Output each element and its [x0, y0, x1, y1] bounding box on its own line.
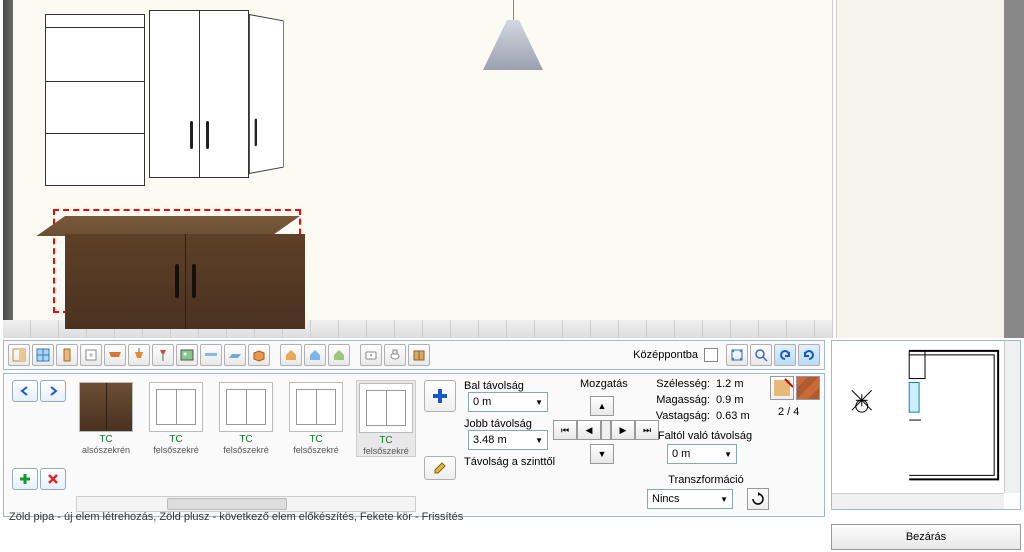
toolbar: Középpontba: [3, 340, 825, 370]
transform-label: Transzformáció: [636, 474, 776, 486]
level-distance-label: Távolság a szinttől: [464, 456, 555, 468]
tool-house-a-icon[interactable]: [280, 344, 302, 366]
move-right-button[interactable]: ▶: [611, 420, 635, 440]
tool-door-icon[interactable]: [8, 344, 30, 366]
library-item[interactable]: TC felsőszekré: [146, 380, 206, 457]
wall-distance-label: Faltól való távolság: [640, 430, 770, 442]
height-value: 0.9 m: [716, 394, 744, 406]
tool-box-icon[interactable]: [248, 344, 270, 366]
library-item-selected[interactable]: TC felsőszekré: [356, 380, 416, 457]
pendant-lamp: [483, 0, 543, 70]
nav-prev-button[interactable]: [12, 380, 38, 402]
lib-item-sub: felsőszekré: [216, 445, 276, 455]
left-distance-label: Bal távolság: [464, 380, 524, 392]
mini-scroll-vertical[interactable]: [1004, 341, 1020, 493]
delete-button[interactable]: [40, 468, 66, 490]
library-item[interactable]: TC alsószekrén: [76, 380, 136, 457]
library-items: TC alsószekrén TC felsőszekré TC felsősz…: [76, 380, 416, 457]
mini-scroll-horizontal[interactable]: [832, 493, 1004, 509]
tool-sink-icon[interactable]: [360, 344, 382, 366]
tool-awning-icon[interactable]: [104, 344, 126, 366]
tool-window-icon[interactable]: [32, 344, 54, 366]
lib-item-title: TC: [216, 434, 276, 445]
library-item[interactable]: TC felsőszekré: [286, 380, 346, 457]
nav-next-button[interactable]: [40, 380, 66, 402]
viewport-wall-right: [836, 0, 1024, 338]
mini-plan-view[interactable]: [831, 340, 1021, 510]
move-first-button[interactable]: ⏮: [553, 420, 577, 440]
transform-combo[interactable]: Nincs▼: [647, 489, 733, 509]
page-indicator: 2 / 4: [778, 406, 799, 418]
viewport-3d-main[interactable]: [3, 0, 833, 338]
center-label: Középpontba: [633, 349, 698, 361]
tool-picture-icon[interactable]: [176, 344, 198, 366]
viewport-3d: [0, 0, 1024, 338]
refresh-button[interactable]: [747, 488, 769, 510]
tool-column-icon[interactable]: [56, 344, 78, 366]
tool-cabinet-icon[interactable]: [224, 344, 246, 366]
tool-switch-icon[interactable]: [80, 344, 102, 366]
lib-item-title: TC: [146, 434, 206, 445]
undo-icon[interactable]: [774, 344, 796, 366]
right-distance-label: Jobb távolság: [464, 418, 532, 430]
right-distance-combo[interactable]: 3.48 m▼: [468, 430, 548, 450]
tool-house-c-icon[interactable]: [328, 344, 350, 366]
tool-floor-lamp-icon[interactable]: [152, 344, 174, 366]
tool-house-b-icon[interactable]: [304, 344, 326, 366]
lib-item-sub: felsőszekré: [286, 445, 346, 455]
zoom-icon[interactable]: [750, 344, 772, 366]
move-up-button[interactable]: ▲: [590, 396, 614, 416]
lower-cabinet[interactable]: [65, 216, 300, 325]
dimensions: Szélesség:1.2 m Magasság:0.9 m Vastagság…: [640, 378, 750, 426]
material-a-button[interactable]: [770, 376, 794, 400]
move-gap: [601, 420, 611, 440]
lib-item-sub: alsószekrén: [76, 445, 136, 455]
library-item[interactable]: TC felsőszekré: [216, 380, 276, 457]
wall-left: [3, 0, 13, 320]
thickness-value: 0.63 m: [716, 410, 750, 422]
add-button[interactable]: [12, 468, 38, 490]
tool-furniture-icon[interactable]: [408, 344, 430, 366]
tool-shelf-icon[interactable]: [200, 344, 222, 366]
center-checkbox[interactable]: [704, 348, 718, 362]
place-button[interactable]: [424, 380, 456, 412]
lib-item-sub: felsőszekré: [146, 445, 206, 455]
edit-button[interactable]: [424, 456, 456, 480]
move-label: Mozgatás: [580, 378, 628, 390]
material-b-button[interactable]: [796, 376, 820, 400]
zoom-fit-icon[interactable]: [726, 344, 748, 366]
lib-item-title: TC: [286, 434, 346, 445]
close-button[interactable]: Bezárás: [831, 524, 1021, 550]
redo-icon[interactable]: [798, 344, 820, 366]
tool-ceiling-lamp-icon[interactable]: [128, 344, 150, 366]
left-distance-combo[interactable]: 0 m▼: [468, 392, 548, 412]
status-bar: Zöld pipa - új elem létrehozás, Zöld plu…: [3, 509, 825, 527]
width-value: 1.2 m: [716, 378, 744, 390]
lib-item-sub: felsőszekré: [357, 446, 415, 456]
tool-toilet-icon[interactable]: [384, 344, 406, 366]
lib-item-title: TC: [76, 434, 136, 445]
move-down-button[interactable]: ▼: [590, 444, 614, 464]
wall-distance-combo[interactable]: 0 m▼: [667, 444, 737, 464]
close-button-label: Bezárás: [906, 531, 946, 543]
move-left-button[interactable]: ◀: [577, 420, 601, 440]
lib-item-title: TC: [357, 435, 415, 446]
